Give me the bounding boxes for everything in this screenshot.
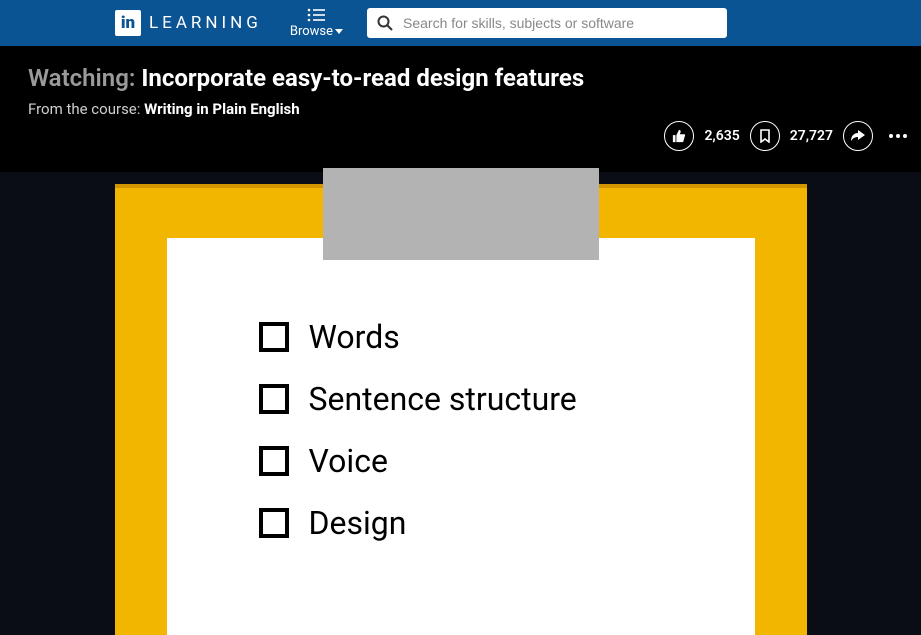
watching-prefix: Watching: (28, 64, 135, 92)
checkbox-icon (259, 322, 289, 352)
video-actions: 2,635 27,727 (664, 121, 907, 151)
thumbs-up-icon (672, 129, 686, 143)
course-prefix: From the course: (28, 100, 140, 118)
list-item: Design (259, 504, 577, 542)
dot (903, 134, 907, 138)
dot (896, 134, 900, 138)
linkedin-logo-icon: in (115, 10, 141, 36)
list-item-label: Sentence structure (309, 380, 577, 418)
like-count: 2,635 (704, 128, 739, 144)
bookmark-button[interactable] (750, 121, 780, 151)
like-button[interactable] (664, 121, 694, 151)
more-options-button[interactable] (889, 134, 907, 138)
top-nav: in LEARNING Browse (0, 0, 921, 46)
search-icon (377, 15, 393, 31)
bookmark-count: 27,727 (790, 128, 833, 144)
learning-label: LEARNING (149, 13, 262, 33)
dot (889, 134, 893, 138)
video-title: Incorporate easy-to-read design features (141, 64, 584, 92)
course-name[interactable]: Writing in Plain English (144, 100, 300, 118)
checklist: Words Sentence structure Voice Design (259, 318, 577, 566)
list-icon (307, 8, 325, 22)
slide-frame: Words Sentence structure Voice Design (115, 184, 807, 635)
list-item-label: Design (309, 504, 407, 542)
video-header: Watching: Incorporate easy-to-read desig… (0, 46, 921, 132)
search-box[interactable] (367, 8, 727, 38)
checkbox-icon (259, 384, 289, 414)
browse-label-text: Browse (290, 24, 333, 39)
tape-graphic (323, 168, 599, 260)
share-arrow-icon (851, 130, 865, 142)
search-input[interactable] (403, 15, 717, 31)
list-item: Voice (259, 442, 577, 480)
list-item-label: Words (309, 318, 400, 356)
checkbox-icon (259, 446, 289, 476)
video-area[interactable]: Words Sentence structure Voice Design (0, 172, 921, 623)
share-button[interactable] (843, 121, 873, 151)
chevron-down-icon (335, 29, 343, 34)
browse-menu[interactable]: Browse (290, 8, 343, 39)
video-title-line: Watching: Incorporate easy-to-read desig… (28, 64, 921, 92)
list-item: Sentence structure (259, 380, 577, 418)
bookmark-icon (759, 129, 771, 143)
checkbox-icon (259, 508, 289, 538)
list-item: Words (259, 318, 577, 356)
course-line: From the course: Writing in Plain Englis… (28, 100, 921, 118)
logo-block[interactable]: in LEARNING (115, 10, 262, 36)
list-item-label: Voice (309, 442, 388, 480)
